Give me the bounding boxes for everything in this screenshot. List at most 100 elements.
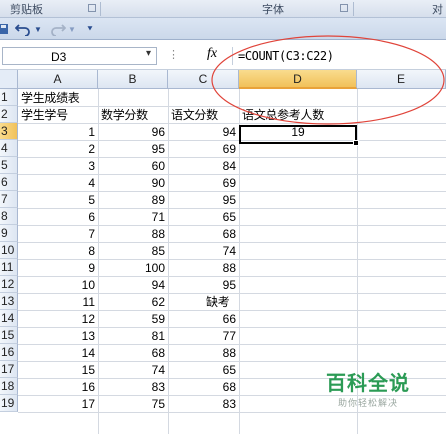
cell-b11[interactable]: 100 bbox=[98, 260, 168, 277]
cell-c10[interactable]: 74 bbox=[168, 243, 239, 260]
save-icon[interactable] bbox=[0, 21, 10, 37]
cell-a11[interactable]: 9 bbox=[18, 260, 98, 277]
clipboard-dialog-launcher-icon[interactable] bbox=[88, 4, 96, 12]
cell-c3[interactable]: 94 bbox=[168, 124, 239, 141]
row-header-13[interactable]: 13 bbox=[0, 293, 18, 310]
cell-c19[interactable]: 83 bbox=[168, 396, 239, 413]
cell-b14[interactable]: 59 bbox=[98, 311, 168, 328]
cell-c8[interactable]: 65 bbox=[168, 209, 239, 226]
cell-c9[interactable]: 68 bbox=[168, 226, 239, 243]
row-header-14[interactable]: 14 bbox=[0, 310, 18, 327]
cell-b8[interactable]: 71 bbox=[98, 209, 168, 226]
column-header-c[interactable]: C bbox=[168, 70, 239, 89]
row-header-11[interactable]: 11 bbox=[0, 259, 18, 276]
cell-a9[interactable]: 7 bbox=[18, 226, 98, 243]
cell-c6[interactable]: 69 bbox=[168, 175, 239, 192]
cell-c13[interactable]: 缺考 bbox=[168, 294, 239, 311]
cell-b4[interactable]: 95 bbox=[98, 141, 168, 158]
resize-handle-icon[interactable]: ⋮ bbox=[168, 48, 180, 61]
alignment-group-label: 对 bbox=[432, 4, 443, 16]
cell-a14[interactable]: 12 bbox=[18, 311, 98, 328]
cell-b10[interactable]: 85 bbox=[98, 243, 168, 260]
redo-dropdown-icon[interactable]: ▼ bbox=[67, 21, 77, 37]
font-dialog-launcher-icon[interactable] bbox=[340, 4, 348, 12]
column-header-b[interactable]: B bbox=[98, 70, 168, 89]
cell-a8[interactable]: 6 bbox=[18, 209, 98, 226]
cell-d2[interactable]: 语文总参考人数 bbox=[239, 107, 357, 124]
row-header-19[interactable]: 19 bbox=[0, 395, 18, 412]
row-header-17[interactable]: 17 bbox=[0, 361, 18, 378]
cell-a10[interactable]: 8 bbox=[18, 243, 98, 260]
column-header-d[interactable]: D bbox=[239, 70, 357, 89]
row-header-9[interactable]: 9 bbox=[0, 225, 18, 242]
undo-dropdown-icon[interactable]: ▼ bbox=[33, 21, 43, 37]
cell-c7[interactable]: 95 bbox=[168, 192, 239, 209]
cell-a17[interactable]: 15 bbox=[18, 362, 98, 379]
row-header-16[interactable]: 16 bbox=[0, 344, 18, 361]
row-header-3[interactable]: 3 bbox=[0, 123, 18, 140]
cell-b16[interactable]: 68 bbox=[98, 345, 168, 362]
cell-b7[interactable]: 89 bbox=[98, 192, 168, 209]
cell-a19[interactable]: 17 bbox=[18, 396, 98, 413]
cell-a16[interactable]: 14 bbox=[18, 345, 98, 362]
column-header-e[interactable]: E bbox=[357, 70, 446, 89]
cell-a13[interactable]: 11 bbox=[18, 294, 98, 311]
cell-b19[interactable]: 75 bbox=[98, 396, 168, 413]
cell-a2[interactable]: 学生学号 bbox=[18, 107, 98, 124]
cell-b18[interactable]: 83 bbox=[98, 379, 168, 396]
cell-a18[interactable]: 16 bbox=[18, 379, 98, 396]
formula-input[interactable]: =COUNT(C3:C22) bbox=[232, 47, 446, 65]
cell-b9[interactable]: 88 bbox=[98, 226, 168, 243]
cell-b12[interactable]: 94 bbox=[98, 277, 168, 294]
cell-c5[interactable]: 84 bbox=[168, 158, 239, 175]
row-header-5[interactable]: 5 bbox=[0, 157, 18, 174]
chevron-down-icon[interactable]: ▾ bbox=[146, 48, 151, 59]
cell-c2[interactable]: 语文分数 bbox=[168, 107, 239, 124]
row-header-8[interactable]: 8 bbox=[0, 208, 18, 225]
cell-a7[interactable]: 5 bbox=[18, 192, 98, 209]
row-header-4[interactable]: 4 bbox=[0, 140, 18, 157]
cell-c18[interactable]: 68 bbox=[168, 379, 239, 396]
cell-c11[interactable]: 88 bbox=[168, 260, 239, 277]
cell-a4[interactable]: 2 bbox=[18, 141, 98, 158]
row-header-15[interactable]: 15 bbox=[0, 327, 18, 344]
row-header-10[interactable]: 10 bbox=[0, 242, 18, 259]
cell-c17[interactable]: 65 bbox=[168, 362, 239, 379]
cell-b15[interactable]: 81 bbox=[98, 328, 168, 345]
group-divider bbox=[353, 2, 354, 16]
cell-b17[interactable]: 74 bbox=[98, 362, 168, 379]
row-header-2[interactable]: 2 bbox=[0, 106, 18, 123]
select-all-corner[interactable] bbox=[0, 70, 18, 89]
cell-c4[interactable]: 69 bbox=[168, 141, 239, 158]
name-box-value: D3 bbox=[51, 50, 67, 64]
active-cell-border bbox=[239, 125, 357, 144]
cell-a3[interactable]: 1 bbox=[18, 124, 98, 141]
name-box[interactable]: D3 ▾ bbox=[2, 47, 157, 65]
cell-c16[interactable]: 88 bbox=[168, 345, 239, 362]
cell-c14[interactable]: 66 bbox=[168, 311, 239, 328]
cell-a5[interactable]: 3 bbox=[18, 158, 98, 175]
row-header-1[interactable]: 1 bbox=[0, 89, 18, 106]
cell-c15[interactable]: 77 bbox=[168, 328, 239, 345]
cell-a6[interactable]: 4 bbox=[18, 175, 98, 192]
row-header-18[interactable]: 18 bbox=[0, 378, 18, 395]
insert-function-button[interactable]: fx bbox=[207, 46, 217, 62]
cell-b2[interactable]: 数学分数 bbox=[98, 107, 168, 124]
cell-b3[interactable]: 96 bbox=[98, 124, 168, 141]
cell-a12[interactable]: 10 bbox=[18, 277, 98, 294]
cell-a15[interactable]: 13 bbox=[18, 328, 98, 345]
redo-icon[interactable] bbox=[50, 21, 66, 37]
row-header-6[interactable]: 6 bbox=[0, 174, 18, 191]
cell-b5[interactable]: 60 bbox=[98, 158, 168, 175]
fill-handle[interactable] bbox=[353, 140, 359, 146]
row-header-12[interactable]: 12 bbox=[0, 276, 18, 293]
customize-icon[interactable]: ⯆ bbox=[84, 21, 96, 37]
row-header-7[interactable]: 7 bbox=[0, 191, 18, 208]
cell-a1[interactable]: 学生成绩表 bbox=[18, 90, 98, 107]
cell-b13[interactable]: 62 bbox=[98, 294, 168, 311]
undo-icon[interactable] bbox=[14, 21, 32, 37]
cell-b6[interactable]: 90 bbox=[98, 175, 168, 192]
cell-c12[interactable]: 95 bbox=[168, 277, 239, 294]
column-header-a[interactable]: A bbox=[18, 70, 98, 89]
watermark-logo: 百科全说 助你轻松解决 bbox=[318, 367, 418, 409]
